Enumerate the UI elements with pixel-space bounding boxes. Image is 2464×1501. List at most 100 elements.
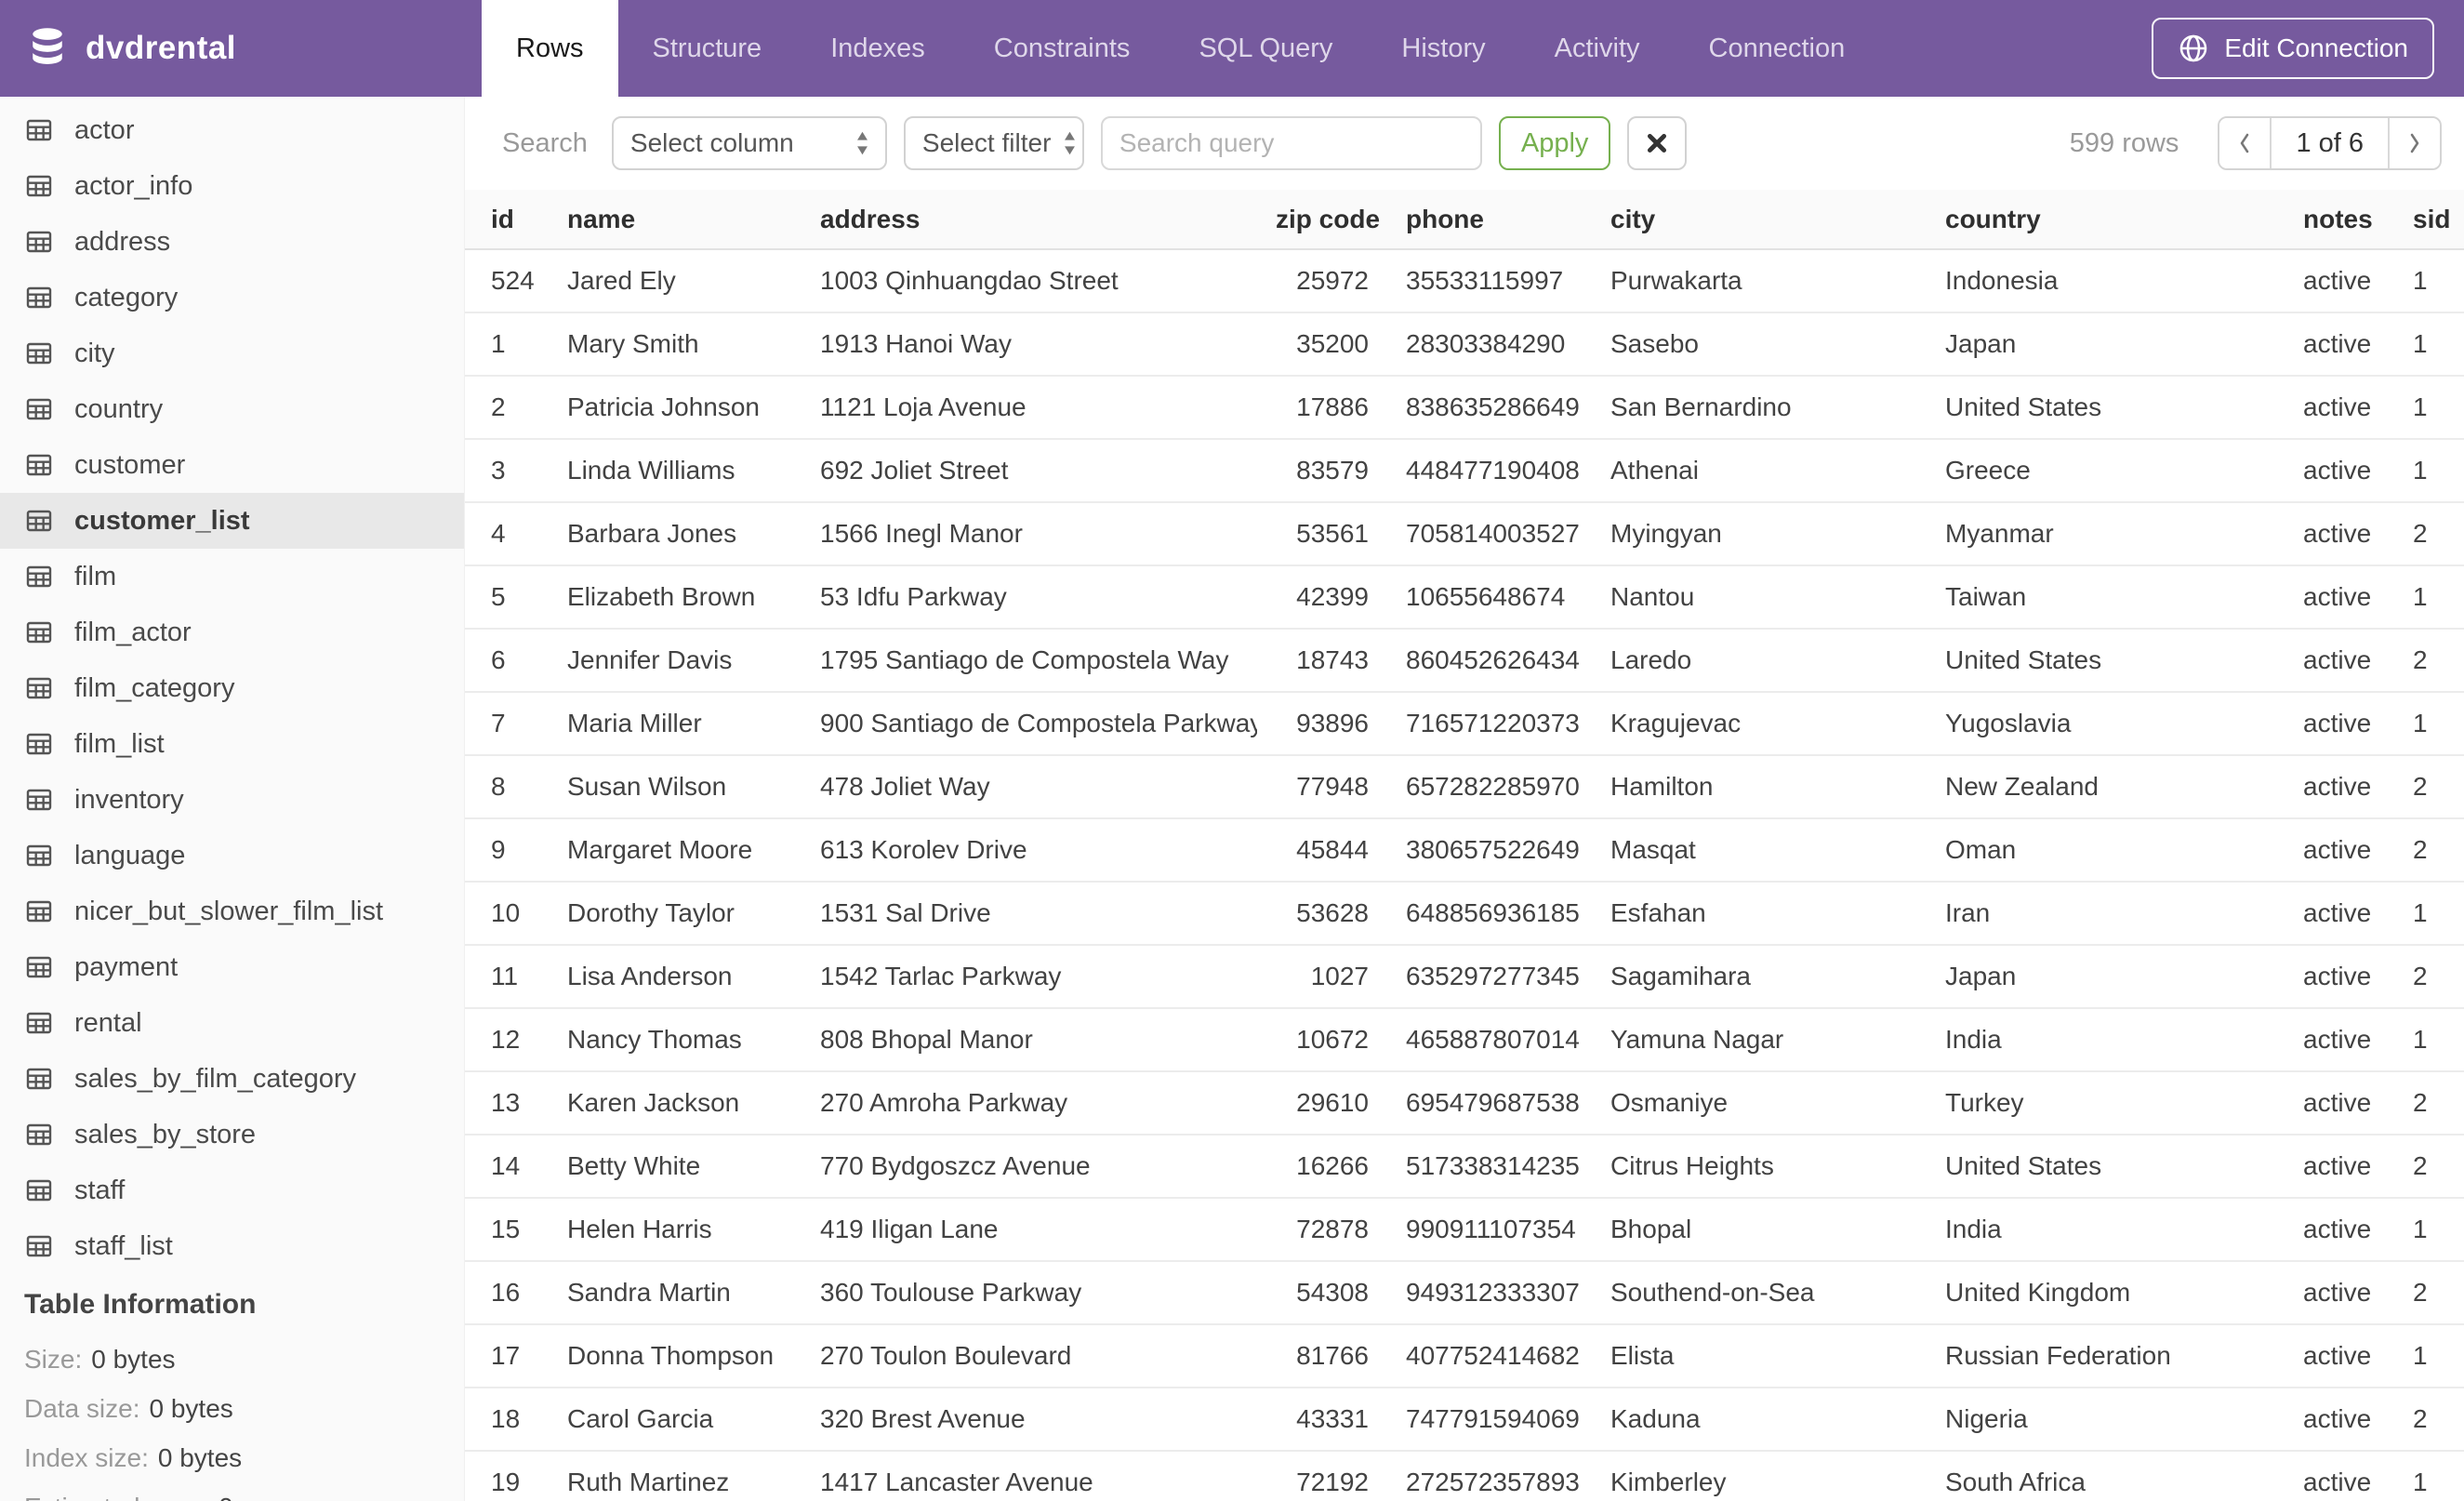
table-row[interactable]: 14 Betty White 770 Bydgoszcz Avenue 16266 51… bbox=[465, 1135, 2464, 1199]
cell-sid: 2 bbox=[2394, 1071, 2464, 1136]
column-header-name[interactable]: name bbox=[549, 190, 801, 250]
table-row[interactable]: 3 Linda Williams 692 Joliet Street 83579 448… bbox=[465, 439, 2464, 503]
cell-sid: 2 bbox=[2394, 945, 2464, 1009]
cell-notes: active bbox=[2285, 882, 2394, 946]
cell-sid: 1 bbox=[2394, 312, 2464, 377]
table-row[interactable]: 15 Helen Harris 419 Iligan Lane 72878 990911… bbox=[465, 1198, 2464, 1262]
table-row[interactable]: 18 Carol Garcia 320 Brest Avenue 43331 74779… bbox=[465, 1388, 2464, 1452]
table-row[interactable]: 12 Nancy Thomas 808 Bhopal Manor 10672 46588… bbox=[465, 1008, 2464, 1072]
sidebar-item-inventory[interactable]: inventory bbox=[0, 772, 464, 828]
table-row[interactable]: 6 Jennifer Davis 1795 Santiago de Composte… bbox=[465, 629, 2464, 693]
sidebar-item-language[interactable]: language bbox=[0, 828, 464, 883]
cell-zip: 17886 bbox=[1257, 376, 1387, 440]
tab-rows[interactable]: Rows bbox=[482, 0, 618, 97]
sidebar-item-sales_by_store[interactable]: sales_by_store bbox=[0, 1107, 464, 1162]
cell-country: United Kingdom bbox=[1927, 1261, 2285, 1325]
table-info-value: 0 bytes bbox=[149, 1394, 233, 1423]
table-row[interactable]: 8 Susan Wilson 478 Joliet Way 77948 65728228… bbox=[465, 755, 2464, 819]
sidebar-item-film_list[interactable]: film_list bbox=[0, 716, 464, 772]
column-header-city[interactable]: city bbox=[1592, 190, 1927, 250]
tab-structure[interactable]: Structure bbox=[618, 0, 797, 97]
table-row[interactable]: 1 Mary Smith 1913 Hanoi Way 35200 2830338429… bbox=[465, 312, 2464, 377]
cell-zip: 29610 bbox=[1257, 1071, 1387, 1136]
table-row[interactable]: 17 Donna Thompson 270 Toulon Boulevard 8176… bbox=[465, 1324, 2464, 1388]
sidebar: actor actor_info address category city c… bbox=[0, 97, 465, 1501]
sidebar-item-sales_by_film_category[interactable]: sales_by_film_category bbox=[0, 1051, 464, 1107]
sidebar-item-staff_list[interactable]: staff_list bbox=[0, 1218, 464, 1274]
table-row[interactable]: 13 Karen Jackson 270 Amroha Parkway 29610 69… bbox=[465, 1071, 2464, 1136]
tab-sql-query[interactable]: SQL Query bbox=[1164, 0, 1367, 97]
table-row[interactable]: 5 Elizabeth Brown 53 Idfu Parkway 42399 1065… bbox=[465, 565, 2464, 630]
tab-indexes[interactable]: Indexes bbox=[796, 0, 960, 97]
sidebar-item-film[interactable]: film bbox=[0, 549, 464, 604]
tab-activity[interactable]: Activity bbox=[1520, 0, 1675, 97]
clear-search-button[interactable] bbox=[1627, 116, 1688, 170]
table-header-row: id name address zip code phone city coun… bbox=[465, 190, 2464, 250]
column-header-notes[interactable]: notes bbox=[2285, 190, 2394, 250]
sidebar-item-label: customer bbox=[74, 449, 186, 480]
column-header-id[interactable]: id bbox=[465, 190, 549, 250]
column-header-zip-code[interactable]: zip code bbox=[1257, 190, 1387, 250]
cell-sid: 2 bbox=[2394, 1388, 2464, 1452]
filter-select[interactable]: Select filter bbox=[903, 116, 1084, 170]
globe-icon bbox=[2180, 34, 2207, 62]
cell-name: Jennifer Davis bbox=[549, 629, 801, 693]
sidebar-item-label: payment bbox=[74, 951, 179, 982]
cell-notes: active bbox=[2285, 565, 2394, 630]
cell-zip: 81766 bbox=[1257, 1324, 1387, 1388]
sidebar-item-actor_info[interactable]: actor_info bbox=[0, 158, 464, 214]
column-select[interactable]: Select column bbox=[611, 116, 887, 170]
sidebar-item-city[interactable]: city bbox=[0, 325, 464, 381]
sidebar-item-actor[interactable]: actor bbox=[0, 102, 464, 158]
sidebar-item-country[interactable]: country bbox=[0, 381, 464, 437]
cell-id: 8 bbox=[465, 755, 549, 819]
cell-address: 1531 Sal Drive bbox=[801, 882, 1257, 946]
sidebar-item-customer[interactable]: customer bbox=[0, 437, 464, 493]
sidebar-item-label: sales_by_store bbox=[74, 1119, 257, 1149]
table-row[interactable]: 16 Sandra Martin 360 Toulouse Parkway 54308… bbox=[465, 1261, 2464, 1325]
row-count: 599 rows bbox=[2069, 127, 2179, 158]
previous-page-button[interactable] bbox=[2219, 118, 2271, 168]
table-row[interactable]: 7 Maria Miller 900 Santiago de Compostela … bbox=[465, 692, 2464, 756]
sidebar-item-staff[interactable]: staff bbox=[0, 1162, 464, 1218]
cell-address: 1566 Inegl Manor bbox=[801, 502, 1257, 566]
table-row[interactable]: 11 Lisa Anderson 1542 Tarlac Parkway 1027 63… bbox=[465, 945, 2464, 1009]
cell-phone: 635297277345 bbox=[1387, 945, 1592, 1009]
tab-constraints[interactable]: Constraints bbox=[960, 0, 1165, 97]
sidebar-item-film_actor[interactable]: film_actor bbox=[0, 604, 464, 660]
table-row[interactable]: 19 Ruth Martinez 1417 Lancaster Avenue 7219… bbox=[465, 1451, 2464, 1501]
sidebar-item-address[interactable]: address bbox=[0, 214, 464, 270]
sidebar-item-payment[interactable]: payment bbox=[0, 939, 464, 995]
cell-phone: 35533115997 bbox=[1387, 249, 1592, 313]
cell-phone: 10655648674 bbox=[1387, 565, 1592, 630]
cell-country: United States bbox=[1927, 376, 2285, 440]
cell-zip: 93896 bbox=[1257, 692, 1387, 756]
sidebar-item-label: film_actor bbox=[74, 617, 192, 647]
sidebar-item-category[interactable]: category bbox=[0, 270, 464, 325]
tab-history[interactable]: History bbox=[1367, 0, 1519, 97]
table-row[interactable]: 524 Jared Ely 1003 Qinhuangdao Street 25972… bbox=[465, 249, 2464, 313]
sidebar-item-customer_list[interactable]: customer_list bbox=[0, 493, 464, 549]
column-header-sid[interactable]: sid bbox=[2394, 190, 2464, 250]
sidebar-item-film_category[interactable]: film_category bbox=[0, 660, 464, 716]
table-row[interactable]: 10 Dorothy Taylor 1531 Sal Drive 53628 64885… bbox=[465, 882, 2464, 946]
table-row[interactable]: 9 Margaret Moore 613 Korolev Drive 45844 380… bbox=[465, 818, 2464, 883]
table-row[interactable]: 4 Barbara Jones 1566 Inegl Manor 53561 70581… bbox=[465, 502, 2464, 566]
cell-sid: 2 bbox=[2394, 1261, 2464, 1325]
next-page-button[interactable] bbox=[2390, 118, 2440, 168]
column-header-address[interactable]: address bbox=[801, 190, 1257, 250]
cell-name: Mary Smith bbox=[549, 312, 801, 377]
apply-button[interactable]: Apply bbox=[1498, 116, 1611, 170]
column-header-country[interactable]: country bbox=[1927, 190, 2285, 250]
sidebar-item-rental[interactable]: rental bbox=[0, 995, 464, 1051]
table-icon bbox=[26, 342, 52, 365]
search-query-input[interactable] bbox=[1100, 116, 1482, 170]
tab-connection[interactable]: Connection bbox=[1675, 0, 1880, 97]
sidebar-item-nicer_but_slower_film_list[interactable]: nicer_but_slower_film_list bbox=[0, 883, 464, 939]
cell-id: 7 bbox=[465, 692, 549, 756]
cell-name: Donna Thompson bbox=[549, 1324, 801, 1388]
cell-zip: 53561 bbox=[1257, 502, 1387, 566]
edit-connection-button[interactable]: Edit Connection bbox=[2152, 18, 2434, 79]
column-header-phone[interactable]: phone bbox=[1387, 190, 1592, 250]
table-row[interactable]: 2 Patricia Johnson 1121 Loja Avenue 17886 83… bbox=[465, 376, 2464, 440]
